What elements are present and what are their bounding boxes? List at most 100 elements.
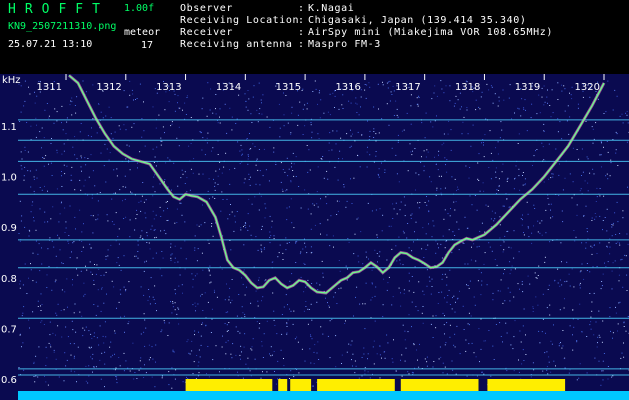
noise-dot <box>419 343 420 345</box>
noise-dot <box>110 133 112 135</box>
noise-dot <box>143 313 145 315</box>
noise-dot <box>446 322 448 324</box>
noise-dot <box>69 343 71 345</box>
noise-dot <box>171 121 173 123</box>
noise-dot <box>410 123 412 125</box>
noise-dot <box>495 167 497 169</box>
noise-dot <box>202 173 204 175</box>
noise-dot <box>367 120 368 122</box>
noise-dot <box>249 184 251 186</box>
noise-dot <box>573 326 575 328</box>
noise-dot <box>155 344 157 346</box>
noise-dot <box>365 97 367 99</box>
noise-dot <box>51 289 53 291</box>
noise-dot <box>523 234 525 236</box>
noise-dot <box>310 252 312 254</box>
noise-dot <box>483 373 485 375</box>
noise-dot <box>623 321 625 323</box>
noise-dot <box>413 344 415 346</box>
noise-dot <box>441 144 443 146</box>
noise-dot <box>236 118 238 120</box>
noise-dot <box>250 113 252 115</box>
noise-dot <box>499 137 501 139</box>
noise-dot <box>326 234 328 236</box>
noise-dot <box>154 229 156 231</box>
noise-dot <box>241 306 243 308</box>
noise-dot <box>34 381 36 383</box>
noise-dot <box>174 245 176 247</box>
noise-dot <box>375 286 377 288</box>
noise-dot <box>159 183 161 185</box>
noise-dot <box>35 169 37 171</box>
noise-dot <box>32 252 34 254</box>
noise-dot <box>599 336 601 338</box>
noise-dot <box>492 292 494 294</box>
noise-dot <box>392 361 394 363</box>
noise-dot <box>200 295 201 297</box>
noise-dot <box>541 96 543 98</box>
noise-dot <box>259 108 261 110</box>
noise-dot <box>331 318 333 320</box>
noise-dot <box>442 273 444 275</box>
noise-dot <box>626 114 628 116</box>
noise-dot <box>617 241 619 243</box>
noise-dot <box>136 214 138 215</box>
noise-dot <box>150 277 152 279</box>
noise-dot <box>469 324 470 326</box>
noise-dot <box>611 376 613 378</box>
noise-dot <box>136 98 138 99</box>
noise-dot <box>359 166 361 168</box>
noise-dot <box>215 345 217 347</box>
noise-dot <box>483 340 485 342</box>
noise-dot <box>202 269 204 271</box>
noise-dot <box>552 112 554 114</box>
noise-dot <box>371 296 373 298</box>
noise-dot <box>457 188 459 190</box>
noise-dot <box>58 237 60 239</box>
noise-dot <box>170 259 172 261</box>
noise-dot <box>117 236 119 238</box>
noise-dot <box>307 279 309 281</box>
noise-dot <box>595 321 597 323</box>
noise-dot <box>76 158 78 160</box>
noise-dot <box>73 241 75 243</box>
noise-dot <box>288 242 290 243</box>
noise-dot <box>172 301 174 303</box>
noise-dot <box>499 224 501 226</box>
noise-dot <box>92 84 94 86</box>
noise-dot <box>219 168 220 170</box>
noise-dot <box>61 186 63 187</box>
noise-dot <box>488 242 490 244</box>
noise-dot <box>610 330 611 332</box>
meteor-segment <box>290 379 312 391</box>
noise-dot <box>260 244 262 246</box>
noise-dot <box>364 84 366 85</box>
noise-dot <box>84 157 86 159</box>
noise-dot <box>147 299 149 301</box>
noise-dot <box>365 282 367 284</box>
noise-dot <box>163 229 165 231</box>
noise-dot <box>461 106 462 108</box>
noise-dot <box>81 315 83 317</box>
noise-dot <box>445 164 446 166</box>
noise-dot <box>279 378 281 379</box>
noise-dot <box>414 148 416 149</box>
noise-dot <box>506 332 508 334</box>
noise-dot <box>381 230 383 232</box>
noise-dot <box>369 136 371 138</box>
noise-dot <box>350 145 352 147</box>
noise-dot <box>54 108 56 110</box>
noise-dot <box>202 204 203 206</box>
noise-dot <box>262 357 264 358</box>
noise-dot <box>497 153 499 155</box>
noise-dot <box>478 180 480 181</box>
noise-dot <box>261 228 262 230</box>
noise-dot <box>601 142 602 144</box>
noise-dot <box>116 168 118 170</box>
noise-dot <box>87 382 89 384</box>
noise-dot <box>396 108 398 110</box>
noise-dot <box>177 185 179 187</box>
noise-dot <box>21 346 22 348</box>
noise-dot <box>214 185 216 187</box>
noise-dot <box>231 129 233 131</box>
